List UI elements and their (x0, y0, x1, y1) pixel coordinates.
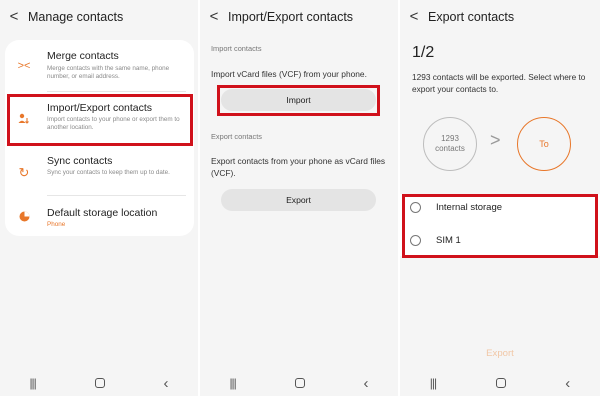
destination-circle: To (517, 117, 571, 171)
navigation-bar: ||| ‹ (400, 370, 600, 396)
page-title: Import/Export contacts (228, 10, 354, 24)
menu-item-merge-contacts[interactable]: >< Merge contacts Merge contacts with th… (5, 40, 194, 88)
menu-item-default-storage[interactable]: Default storage location Phone (5, 197, 194, 235)
chevron-right-icon: > (490, 130, 501, 150)
highlight-box (7, 94, 193, 146)
nav-back-icon[interactable]: ‹ (164, 375, 169, 392)
manage-contacts-screen: < Manage contacts >< Merge contacts Merg… (0, 0, 198, 396)
nav-back-icon[interactable]: ‹ (364, 375, 369, 392)
header: < Manage contacts (0, 0, 198, 34)
contacts-count-circle: 1293 contacts (423, 117, 477, 171)
sync-icon: ↻ (18, 165, 30, 180)
menu-item-label: Default storage location (47, 207, 158, 219)
menu-item-sync-contacts[interactable]: ↻ Sync contacts Sync your contacts to ke… (5, 147, 194, 193)
divider (47, 91, 186, 92)
page-title: Export contacts (428, 10, 515, 24)
divider (47, 195, 186, 196)
menu-item-sub: Sync your contacts to keep them up to da… (47, 169, 170, 176)
recent-apps-icon[interactable]: ||| (29, 376, 36, 390)
merge-icon: >< (17, 60, 31, 72)
back-arrow-icon[interactable]: < (400, 0, 428, 34)
home-icon[interactable] (294, 378, 305, 388)
export-description: Export contacts from your phone as vCard… (211, 156, 386, 178)
export-button[interactable]: Export (400, 348, 600, 359)
contacts-count: 1293 (441, 134, 459, 143)
page-title: Manage contacts (28, 10, 124, 24)
recent-apps-icon[interactable]: ||| (229, 376, 236, 390)
header: < Import/Export contacts (200, 0, 398, 34)
back-arrow-icon[interactable]: < (0, 0, 28, 34)
home-icon[interactable] (94, 378, 105, 388)
step-indicator: 1/2 (412, 44, 435, 61)
export-section-title: Export contacts (211, 132, 262, 141)
export-contacts-screen: < Export contacts 1/2 1293 contacts will… (400, 0, 600, 396)
menu-item-sub: Merge contacts with the same name, phone… (47, 65, 170, 80)
import-section-title: Import contacts (211, 44, 262, 53)
menu-item-sub: Phone (47, 221, 66, 228)
export-button[interactable]: Export (221, 189, 376, 211)
navigation-bar: ||| ‹ (0, 370, 198, 396)
contacts-label: contacts (435, 144, 465, 153)
back-arrow-icon[interactable]: < (200, 0, 228, 34)
highlight-box (217, 85, 380, 116)
nav-back-icon[interactable]: ‹ (565, 375, 570, 392)
import-description: Import vCard files (VCF) from your phone… (211, 69, 367, 79)
import-export-screen: < Import/Export contacts Import contacts… (200, 0, 398, 396)
home-icon[interactable] (495, 378, 506, 388)
recent-apps-icon[interactable]: ||| (430, 376, 437, 390)
navigation-bar: ||| ‹ (200, 370, 398, 396)
menu-item-label: Sync contacts (47, 155, 113, 167)
header: < Export contacts (400, 0, 600, 34)
export-description: 1293 contacts will be exported. Select w… (412, 72, 586, 94)
menu-item-label: Merge contacts (47, 50, 119, 62)
storage-icon (17, 211, 31, 225)
highlight-box (402, 194, 598, 258)
